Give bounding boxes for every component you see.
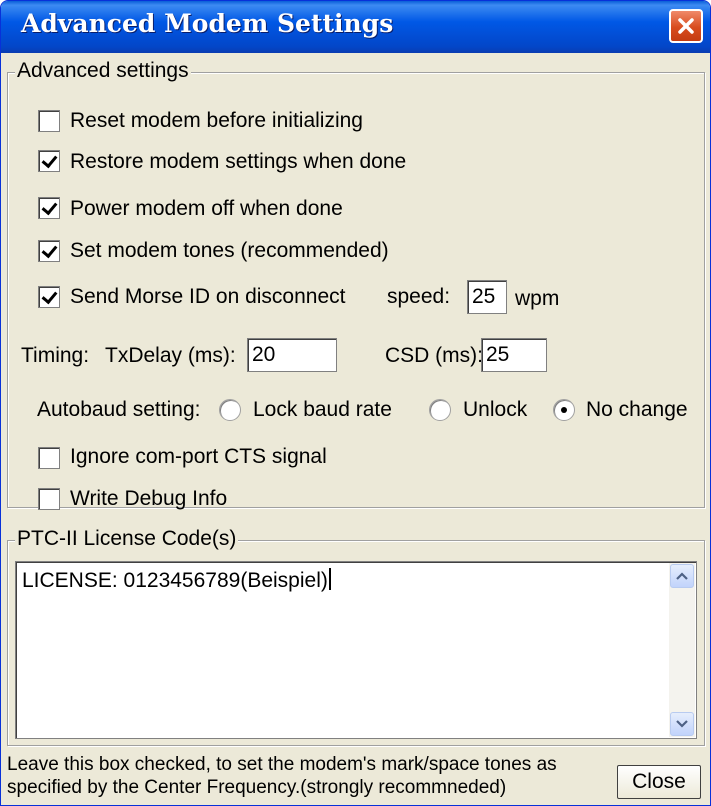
lock-baud-rate-radio[interactable] xyxy=(219,399,241,421)
send-morse-id-label[interactable]: Send Morse ID on disconnect xyxy=(70,285,345,309)
lock-baud-rate-label[interactable]: Lock baud rate xyxy=(253,398,392,422)
csd-label: CSD (ms): xyxy=(385,344,483,367)
license-code-text: LICENSE: 0123456789(Beispiel) xyxy=(22,569,328,592)
speed-unit-label: wpm xyxy=(515,287,560,310)
reset-modem-checkbox[interactable] xyxy=(38,110,60,132)
text-caret xyxy=(328,568,331,590)
autobaud-label: Autobaud setting: xyxy=(37,398,201,421)
advanced-settings-legend: Advanced settings xyxy=(15,59,191,83)
title-bar[interactable]: Advanced Modem Settings xyxy=(1,1,710,53)
help-text: Leave this box checked, to set the modem… xyxy=(7,754,557,798)
arrow-down-icon xyxy=(676,720,688,728)
ignore-cts-checkbox[interactable] xyxy=(38,447,60,469)
no-change-label[interactable]: No change xyxy=(586,398,688,422)
txdelay-input[interactable] xyxy=(247,338,337,372)
no-change-radio[interactable] xyxy=(553,399,575,421)
write-debug-label[interactable]: Write Debug Info xyxy=(70,487,227,511)
unlock-radio[interactable] xyxy=(429,399,451,421)
close-icon xyxy=(678,18,694,34)
reset-modem-label[interactable]: Reset modem before initializing xyxy=(70,109,363,133)
license-code-textarea[interactable]: LICENSE: 0123456789(Beispiel) xyxy=(15,561,697,739)
unlock-label[interactable]: Unlock xyxy=(463,398,527,422)
scroll-down-button[interactable] xyxy=(670,712,694,736)
window-title: Advanced Modem Settings xyxy=(21,9,394,38)
ignore-cts-label[interactable]: Ignore com-port CTS signal xyxy=(70,445,327,469)
restore-settings-checkbox[interactable] xyxy=(38,150,60,172)
power-off-label[interactable]: Power modem off when done xyxy=(70,197,343,221)
speed-input[interactable] xyxy=(467,280,507,314)
set-modem-tones-label[interactable]: Set modem tones (recommended) xyxy=(70,239,389,263)
set-modem-tones-checkbox[interactable] xyxy=(38,240,60,262)
advanced-modem-settings-dialog: Advanced Modem Settings Advanced setting… xyxy=(0,0,711,806)
license-legend: PTC-II License Code(s) xyxy=(15,527,239,551)
timing-label: Timing: xyxy=(21,344,90,367)
power-off-checkbox[interactable] xyxy=(38,197,60,219)
write-debug-checkbox[interactable] xyxy=(38,488,60,510)
vertical-scrollbar[interactable] xyxy=(669,563,695,737)
txdelay-label: TxDelay (ms): xyxy=(105,344,236,367)
restore-settings-label[interactable]: Restore modem settings when done xyxy=(70,150,406,174)
close-button[interactable]: Close xyxy=(617,765,701,799)
arrow-up-icon xyxy=(676,572,688,580)
csd-input[interactable] xyxy=(481,338,547,372)
scroll-up-button[interactable] xyxy=(670,564,694,588)
title-close-button[interactable] xyxy=(669,9,703,43)
send-morse-id-checkbox[interactable] xyxy=(38,286,60,308)
speed-label: speed: xyxy=(387,285,451,308)
